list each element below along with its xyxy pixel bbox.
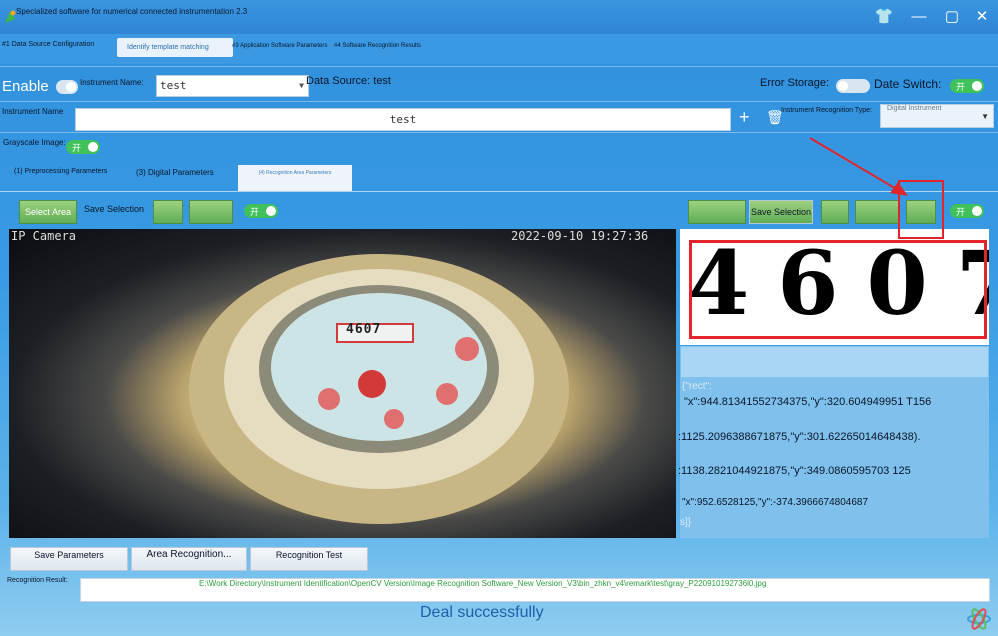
- recognition-type-select[interactable]: Digital Instrument ▼: [880, 104, 994, 128]
- tab-recognition-results[interactable]: #4 Software Recognition Results: [334, 43, 421, 49]
- recognition-type-label: Instrument Recognition Type:: [781, 107, 872, 114]
- instrument-name-label-2: Instrument Name: [2, 107, 64, 116]
- tool-button-1[interactable]: [153, 200, 183, 224]
- close-icon[interactable]: ✕: [971, 6, 993, 28]
- annotation-arrow-icon: [809, 137, 908, 196]
- save-selection-left-button[interactable]: Save Selection: [84, 204, 144, 214]
- result-header-strip: [681, 347, 988, 377]
- recognition-rect: [689, 240, 987, 339]
- maximize-icon[interactable]: ▢: [941, 6, 963, 28]
- json-line: "x":952.6528125,"y":-374.3966674804687: [682, 497, 869, 508]
- instrument-name-select[interactable]: test ▼: [156, 75, 309, 97]
- grayscale-toggle[interactable]: 开: [66, 140, 100, 154]
- json-line: :1125.2096388671875,"y":301.622650146484…: [678, 431, 921, 443]
- enable-label: Enable: [2, 78, 49, 95]
- area-recognition-button[interactable]: Area Recognition...: [131, 547, 247, 571]
- status-message: Deal successfully: [420, 604, 544, 621]
- data-source-label: Data Source: test: [306, 75, 391, 87]
- recognition-test-button[interactable]: Recognition Test: [250, 547, 368, 571]
- select-area-button[interactable]: Select Area: [19, 200, 77, 224]
- minimize-icon[interactable]: —: [908, 6, 930, 28]
- chevron-down-icon: ▼: [299, 81, 304, 90]
- left-tool-toggle[interactable]: 开: [244, 204, 278, 218]
- json-line: {"rect":: [682, 381, 712, 392]
- date-switch-label: Date Switch:: [874, 77, 942, 91]
- skin-icon[interactable]: 👕: [873, 6, 895, 28]
- chevron-down-icon: ▼: [981, 112, 989, 121]
- subtab-recognition-area[interactable]: (4) Recognition Area Parameters: [238, 165, 352, 191]
- instrument-name-label: Instrument Name:: [80, 78, 144, 87]
- tab-template-matching[interactable]: Identify template matching: [117, 38, 233, 57]
- meter-counter: 4607: [346, 322, 382, 337]
- app-logo-icon: [5, 10, 16, 23]
- atom-logo-icon: [967, 608, 991, 630]
- recognition-result-path: E:\Work Directory\Instrument Identificat…: [199, 579, 767, 588]
- recognition-type-value: Digital Instrument: [887, 105, 942, 112]
- camera-label: IP Camera: [11, 229, 77, 243]
- json-line: :1138.2821044921875,"y":349.0860595703 1…: [678, 465, 911, 477]
- divider: [0, 101, 998, 102]
- tab-app-params[interactable]: #3 Application Software Parameters: [232, 43, 327, 49]
- add-icon[interactable]: +: [739, 107, 750, 128]
- water-meter-image: [189, 254, 569, 524]
- grayscale-label: Grayscale Image:: [3, 138, 66, 147]
- json-line: s]}: [680, 517, 692, 528]
- divider: [0, 66, 998, 67]
- enable-toggle[interactable]: [56, 80, 78, 94]
- camera-timestamp: 2022-09-10 19:27:36: [511, 229, 649, 243]
- error-storage-label: Error Storage:: [760, 77, 830, 89]
- camera-view[interactable]: IP Camera 2022-09-10 19:27:36 4607: [9, 229, 676, 538]
- date-switch-toggle[interactable]: 开: [950, 79, 984, 93]
- json-line: "x":944.81341552734375,"y":320.604949951…: [684, 396, 932, 408]
- recognition-result-label: Recognition Result:: [7, 577, 68, 584]
- instrument-name-input[interactable]: test: [75, 108, 731, 131]
- tab-data-source[interactable]: #1 Data Source Configuration: [2, 41, 94, 48]
- save-parameters-button[interactable]: Save Parameters: [10, 547, 128, 571]
- right-tool-toggle[interactable]: 开: [950, 204, 984, 218]
- instrument-name-value: test: [160, 79, 187, 92]
- error-storage-toggle[interactable]: [836, 79, 870, 93]
- window-title: Specialized software for numerical conne…: [16, 7, 248, 16]
- right-select-button[interactable]: [688, 200, 746, 224]
- title-bar: [0, 0, 998, 34]
- tool-button-2[interactable]: [189, 200, 233, 224]
